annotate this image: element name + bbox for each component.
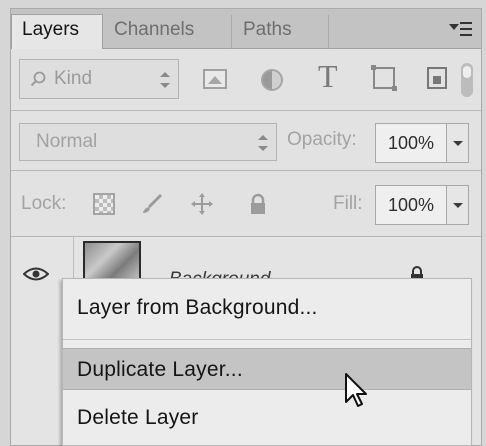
filter-kind-label: Kind [54, 68, 93, 89]
tab-channels[interactable]: Channels [104, 15, 232, 49]
blend-mode-value: Normal [36, 131, 98, 152]
layer-context-menu: Layer from Background... Duplicate Layer… [62, 278, 472, 446]
menu-item-delete-layer[interactable]: Delete Layer [63, 397, 471, 439]
blend-row: Normal Opacity: 100% [11, 111, 481, 171]
mouse-pointer-icon [345, 373, 367, 407]
search-icon [30, 71, 46, 87]
adjustment-filter-icon[interactable] [261, 69, 283, 91]
opacity-label: Opacity: [287, 129, 357, 150]
updown-arrows-icon [160, 72, 170, 88]
filter-kind-select[interactable]: Kind [19, 59, 179, 99]
lock-icon[interactable] [247, 193, 269, 215]
blend-mode-select[interactable]: Normal [19, 123, 277, 161]
smart-object-filter-icon[interactable] [427, 67, 447, 89]
menu-item-layer-from-background[interactable]: Layer from Background... [63, 287, 471, 329]
eye-icon[interactable] [23, 267, 49, 281]
menu-separator [63, 339, 471, 340]
fill-dropdown-button[interactable] [447, 185, 469, 225]
brush-icon[interactable] [141, 193, 163, 215]
move-icon[interactable] [191, 193, 213, 215]
menu-item-duplicate-layer[interactable]: Duplicate Layer... [63, 348, 471, 390]
fill-input[interactable]: 100% [375, 185, 447, 225]
panel-menu-icon[interactable] [449, 19, 473, 39]
shape-filter-icon[interactable] [371, 65, 397, 91]
lock-label: Lock: [21, 193, 67, 214]
opacity-input[interactable]: 100% [375, 123, 447, 163]
lock-transparent-pixels-icon[interactable] [93, 193, 115, 215]
updown-arrows-icon [258, 135, 268, 151]
tab-paths[interactable]: Paths [233, 15, 329, 49]
fill-label: Fill: [333, 193, 363, 214]
tab-layers[interactable]: Layers [11, 14, 103, 49]
image-filter-icon[interactable] [203, 69, 227, 89]
layer-filter-row: Kind T [11, 49, 481, 111]
lock-row: Lock: Fill: 100% [11, 171, 481, 237]
type-filter-icon[interactable]: T [318, 60, 342, 92]
filter-toggle[interactable] [461, 63, 473, 97]
panel-tab-bar: Layers Channels Paths [11, 9, 481, 49]
opacity-dropdown-button[interactable] [447, 123, 469, 163]
